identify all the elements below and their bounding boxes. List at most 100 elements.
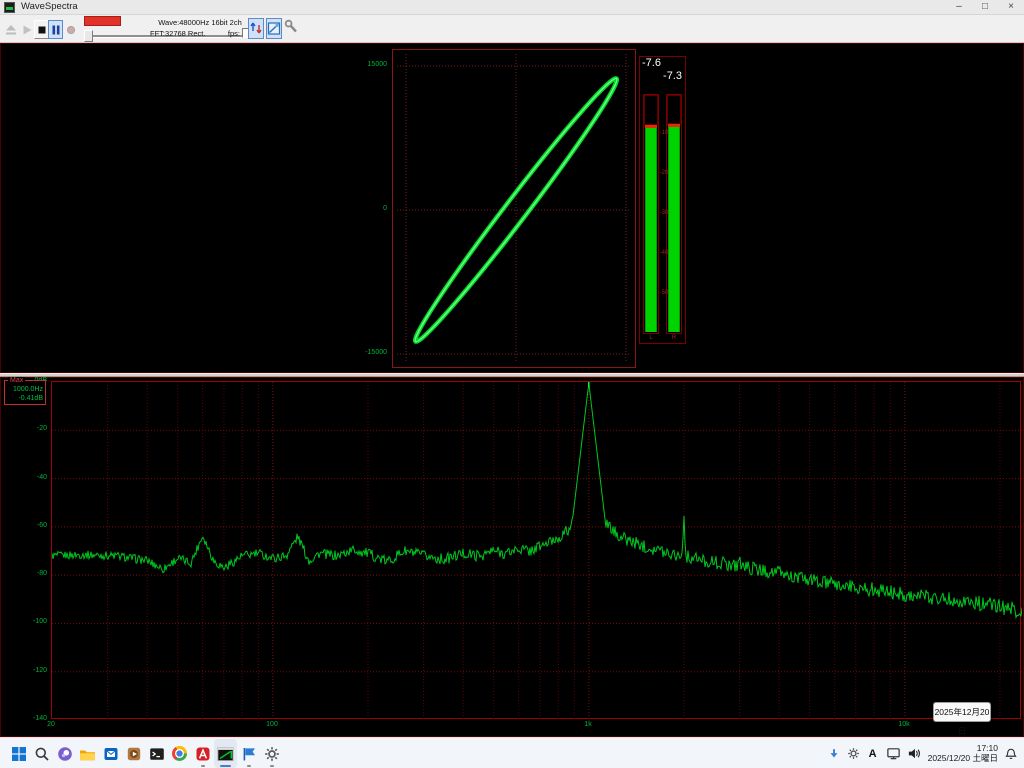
level-meter-panel: -7.6 -7.3 -10-20-30-40-50 LR <box>639 56 686 344</box>
explorer-icon <box>79 746 96 762</box>
fft-info: FFT:32768 Rect. <box>150 29 205 38</box>
wave-info: Wave:48000Hz 16bit 2ch <box>142 18 258 27</box>
y-axis-tick-label: -80 <box>2 570 47 577</box>
record-icon <box>65 24 77 36</box>
settings-button[interactable] <box>284 19 300 39</box>
taskbar-app-terminal[interactable] <box>145 739 168 768</box>
start-icon <box>11 746 27 762</box>
outlook-icon <box>103 746 119 762</box>
x-axis-tick-label: 1k <box>576 721 600 728</box>
taskbar-app-acrobat[interactable] <box>191 739 214 768</box>
meter-channel-label: L <box>643 335 659 341</box>
lissajous-tick-bottom: -15000 <box>351 349 390 356</box>
app-icon <box>4 2 15 13</box>
taskbar-clock[interactable]: 17:10 2025/12/20 土曜日 <box>928 744 998 763</box>
spectrum-panel: 0dB-20-40-60-80-100-120-140 201001k10k M… <box>0 377 1024 737</box>
taskbar: A 17:10 2025/12/20 土曜日 <box>0 737 1024 768</box>
date-tooltip: 2025年12月20日 <box>933 702 991 722</box>
x-axis-tick-label: 10k <box>892 721 916 728</box>
y-axis-tick-label: -100 <box>2 618 47 625</box>
spectrum-plot <box>51 381 1021 719</box>
peak-frequency: 1000.0Hz <box>5 386 43 393</box>
notifications-bell-icon[interactable] <box>1004 747 1018 761</box>
pause-button[interactable] <box>48 20 63 39</box>
taskbar-app-outlook[interactable] <box>99 739 122 768</box>
taskbar-app-media[interactable] <box>122 739 145 768</box>
meter-scale-label: -50 <box>654 290 674 296</box>
start-button[interactable] <box>7 739 30 768</box>
meter-fill <box>645 128 657 332</box>
lissajous-tick-top: 15000 <box>351 61 390 68</box>
stop-icon <box>36 24 48 36</box>
lr-display-toggle[interactable] <box>248 18 264 39</box>
loop-icon <box>57 746 73 762</box>
running-indicator <box>201 765 205 768</box>
lissajous-panel <box>392 49 636 368</box>
level-value-right: -7.3 <box>663 70 682 82</box>
x-axis-tick-label: 100 <box>260 721 284 728</box>
terminal-icon <box>149 746 165 762</box>
meter-headroom <box>667 95 681 124</box>
spectrum-display-toggle[interactable] <box>266 18 282 39</box>
wavespectra-window: WaveSpectra – □ × Wave:48000Hz 16bi <box>0 0 1024 768</box>
taskbar-app-chrome[interactable] <box>168 739 191 768</box>
fps-label: fps: <box>228 29 240 38</box>
display-icon[interactable] <box>886 746 901 761</box>
chrome-icon <box>172 746 187 761</box>
seek-thumb[interactable] <box>84 30 93 42</box>
record-button[interactable] <box>63 20 78 39</box>
taskbar-app-movies[interactable] <box>237 739 260 768</box>
y-axis-tick-label: -120 <box>2 667 47 674</box>
ime-indicator[interactable]: A <box>866 748 880 760</box>
search-button[interactable] <box>30 739 53 768</box>
waveform-display-icon <box>267 19 281 38</box>
settings-icon <box>264 746 280 762</box>
meter-scale-label: -30 <box>654 210 674 216</box>
active-indicator <box>220 765 231 768</box>
meter-headroom <box>644 95 658 125</box>
play-icon <box>21 24 33 36</box>
close-button[interactable]: × <box>998 0 1024 15</box>
stop-button[interactable] <box>34 20 49 39</box>
minimize-button[interactable]: – <box>946 0 972 15</box>
lr-channels-icon <box>249 19 263 38</box>
meter-channel-label: R <box>666 335 682 341</box>
taskbar-icons <box>7 739 283 768</box>
position-display <box>84 16 121 26</box>
meter-scale-label: -40 <box>654 250 674 256</box>
level-value-left: -7.6 <box>642 57 661 69</box>
lissajous-tick-zero: 0 <box>351 205 390 212</box>
audio-format-info: Wave:48000Hz 16bit 2ch FFT:32768 Rect. f… <box>142 16 258 41</box>
movies-icon <box>241 746 257 762</box>
wavespectra-icon <box>217 746 234 762</box>
oscilloscope-area: 15000 0 -15000 -7.6 -7.3 -10-20-30-40-50… <box>0 43 1024 373</box>
tray-gear-icon[interactable] <box>847 747 860 760</box>
speaker-icon[interactable] <box>907 746 922 761</box>
maximize-button[interactable]: □ <box>972 0 998 15</box>
x-axis-tick-label: 20 <box>39 721 63 728</box>
window-title: WaveSpectra <box>21 1 78 12</box>
meter-scale-label: -10 <box>654 130 674 136</box>
play-button[interactable] <box>19 20 34 39</box>
clock-date: 2025/12/20 土曜日 <box>928 754 998 764</box>
peak-legend: Max 1000.0Hz -0.41dB <box>4 380 46 405</box>
wrench-icon <box>284 19 299 35</box>
open-button[interactable] <box>3 20 18 39</box>
legend-title: Max <box>8 377 25 384</box>
y-axis-tick-label: -40 <box>2 474 47 481</box>
spectrum-chart <box>52 382 1022 720</box>
search-icon <box>34 746 50 762</box>
y-axis-tick-label: -60 <box>2 522 47 529</box>
hidden-icons-arrow-icon[interactable] <box>827 747 841 761</box>
taskbar-app-wavespectra[interactable] <box>214 739 237 768</box>
system-tray: A 17:10 2025/12/20 土曜日 <box>827 738 1022 768</box>
taskbar-app-loop[interactable] <box>53 739 76 768</box>
running-indicator <box>247 765 251 768</box>
taskbar-app-settings[interactable] <box>260 739 283 768</box>
taskbar-app-explorer[interactable] <box>76 739 99 768</box>
running-indicator <box>270 765 274 768</box>
lissajous-plot <box>393 50 635 367</box>
toolbar: Wave:48000Hz 16bit 2ch FFT:32768 Rect. f… <box>0 15 1024 43</box>
eject-icon <box>5 24 17 36</box>
acrobat-icon <box>195 746 211 762</box>
